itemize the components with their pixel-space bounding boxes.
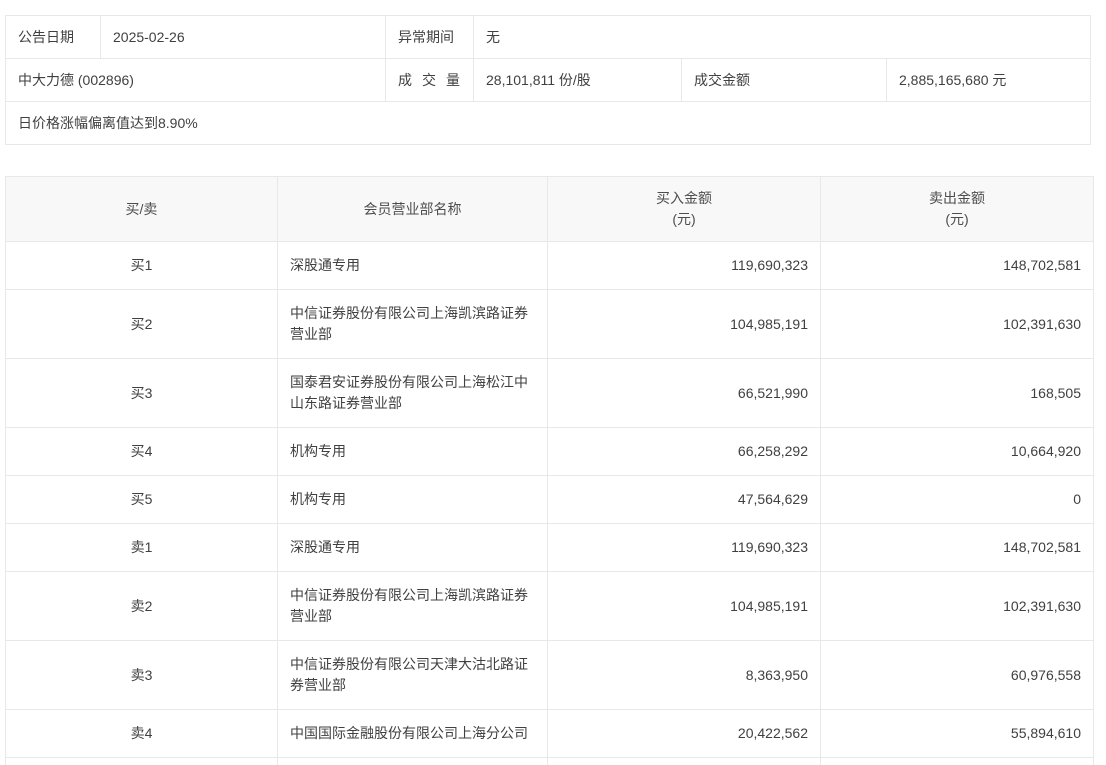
header-row: 买/卖 会员营业部名称 买入金额 (元) 卖出金额 (元) bbox=[5, 176, 1094, 242]
buy-amount-cell: 119,690,323 bbox=[547, 241, 821, 290]
buy-amount-cell: 20,422,562 bbox=[547, 709, 821, 758]
announce-date-label: 公告日期 bbox=[5, 15, 101, 59]
sell-amount-cell: 42,916,331 bbox=[820, 757, 1094, 765]
sell-amount-label: 卖出金额 bbox=[929, 190, 985, 206]
trading-disclosure-page: 公告日期 2025-02-26 异常期间 无 中大力德 (002896) 成交量… bbox=[0, 0, 1106, 765]
buy-amount-cell: 66,521,990 bbox=[547, 358, 821, 428]
side-cell: 卖2 bbox=[5, 571, 278, 641]
branch-cell: 机构专用 bbox=[277, 475, 548, 524]
branch-cell: 中信证券股份有限公司上海凯滨路证券营业部 bbox=[277, 571, 548, 641]
table-row: 买1 深股通专用 119,690,323 148,702,581 bbox=[5, 241, 1094, 290]
col-header-side: 买/卖 bbox=[5, 176, 278, 242]
sell-amount-cell: 102,391,630 bbox=[820, 289, 1094, 359]
side-cell: 卖1 bbox=[5, 523, 278, 572]
buy-amount-unit: (元) bbox=[672, 211, 696, 227]
stock-name: 中大力德 (002896) bbox=[5, 58, 386, 102]
buy-amount-label: 买入金额 bbox=[656, 190, 712, 206]
table-row: 卖4 中国国际金融股份有限公司上海分公司 20,422,562 55,894,6… bbox=[5, 709, 1094, 758]
info-row-reason: 日价格涨幅偏离值达到8.90% bbox=[5, 101, 1091, 145]
table-row: 卖3 中信证券股份有限公司天津大沽北路证券营业部 8,363,950 60,97… bbox=[5, 640, 1094, 710]
col-header-buy-amount: 买入金额 (元) bbox=[547, 176, 821, 242]
listing-reason: 日价格涨幅偏离值达到8.90% bbox=[5, 101, 1091, 145]
branch-cell: 中信证券股份有限公司天津大沽北路证券营业部 bbox=[277, 640, 548, 710]
table-body: 买1 深股通专用 119,690,323 148,702,581 买2 中信证券… bbox=[5, 241, 1094, 765]
side-cell: 买3 bbox=[5, 358, 278, 428]
info-row-date: 公告日期 2025-02-26 异常期间 无 bbox=[5, 15, 1091, 59]
side-cell: 买5 bbox=[5, 475, 278, 524]
buy-amount-cell: 119,690,323 bbox=[547, 523, 821, 572]
sell-amount-cell: 55,894,610 bbox=[820, 709, 1094, 758]
branch-cell: 深股通专用 bbox=[277, 241, 548, 290]
broker-seats-table: 买/卖 会员营业部名称 买入金额 (元) 卖出金额 (元) 买1 深股通专用 1… bbox=[5, 176, 1094, 765]
sell-amount-cell: 148,702,581 bbox=[820, 241, 1094, 290]
side-cell: 卖3 bbox=[5, 640, 278, 710]
sell-amount-cell: 168,505 bbox=[820, 358, 1094, 428]
branch-cell: 机构专用 bbox=[277, 757, 548, 765]
branch-cell: 中国国际金融股份有限公司上海分公司 bbox=[277, 709, 548, 758]
buy-amount-cell: 9,963,904 bbox=[547, 757, 821, 765]
volume-label-text: 成交量 bbox=[398, 72, 460, 88]
abnormal-period-value: 无 bbox=[473, 15, 1091, 59]
sell-amount-cell: 0 bbox=[820, 475, 1094, 524]
side-cell: 卖4 bbox=[5, 709, 278, 758]
table-row: 卖5 机构专用 9,963,904 42,916,331 bbox=[5, 757, 1094, 765]
branch-cell: 中信证券股份有限公司上海凯滨路证券营业部 bbox=[277, 289, 548, 359]
sell-amount-unit: (元) bbox=[945, 211, 969, 227]
branch-cell: 机构专用 bbox=[277, 427, 548, 476]
col-header-sell-amount: 卖出金额 (元) bbox=[820, 176, 1094, 242]
sell-amount-cell: 102,391,630 bbox=[820, 571, 1094, 641]
sell-amount-cell: 148,702,581 bbox=[820, 523, 1094, 572]
table-row: 买5 机构专用 47,564,629 0 bbox=[5, 475, 1094, 524]
sell-amount-cell: 10,664,920 bbox=[820, 427, 1094, 476]
volume-value: 28,101,811 份/股 bbox=[473, 58, 682, 102]
announce-date-value: 2025-02-26 bbox=[100, 15, 386, 59]
branch-cell: 国泰君安证券股份有限公司上海松江中山东路证券营业部 bbox=[277, 358, 548, 428]
turnover-value: 2,885,165,680 元 bbox=[886, 58, 1091, 102]
turnover-label: 成交金额 bbox=[681, 58, 887, 102]
table-row: 买3 国泰君安证券股份有限公司上海松江中山东路证券营业部 66,521,990 … bbox=[5, 358, 1094, 428]
side-cell: 买2 bbox=[5, 289, 278, 359]
stock-summary-table: 公告日期 2025-02-26 异常期间 无 中大力德 (002896) 成交量… bbox=[5, 15, 1091, 145]
table-row: 买2 中信证券股份有限公司上海凯滨路证券营业部 104,985,191 102,… bbox=[5, 289, 1094, 359]
table-header: 买/卖 会员营业部名称 买入金额 (元) 卖出金额 (元) bbox=[5, 176, 1094, 242]
buy-amount-cell: 104,985,191 bbox=[547, 571, 821, 641]
volume-label: 成交量 bbox=[385, 58, 474, 102]
table-row: 卖1 深股通专用 119,690,323 148,702,581 bbox=[5, 523, 1094, 572]
buy-amount-cell: 66,258,292 bbox=[547, 427, 821, 476]
table-row: 买4 机构专用 66,258,292 10,664,920 bbox=[5, 427, 1094, 476]
buy-amount-cell: 8,363,950 bbox=[547, 640, 821, 710]
info-row-stock: 中大力德 (002896) 成交量 28,101,811 份/股 成交金额 2,… bbox=[5, 58, 1091, 102]
branch-cell: 深股通专用 bbox=[277, 523, 548, 572]
col-header-branch: 会员营业部名称 bbox=[277, 176, 548, 242]
side-cell: 买4 bbox=[5, 427, 278, 476]
abnormal-period-label: 异常期间 bbox=[385, 15, 474, 59]
buy-amount-cell: 104,985,191 bbox=[547, 289, 821, 359]
table-row: 卖2 中信证券股份有限公司上海凯滨路证券营业部 104,985,191 102,… bbox=[5, 571, 1094, 641]
buy-amount-cell: 47,564,629 bbox=[547, 475, 821, 524]
sell-amount-cell: 60,976,558 bbox=[820, 640, 1094, 710]
side-cell: 卖5 bbox=[5, 757, 278, 765]
side-cell: 买1 bbox=[5, 241, 278, 290]
